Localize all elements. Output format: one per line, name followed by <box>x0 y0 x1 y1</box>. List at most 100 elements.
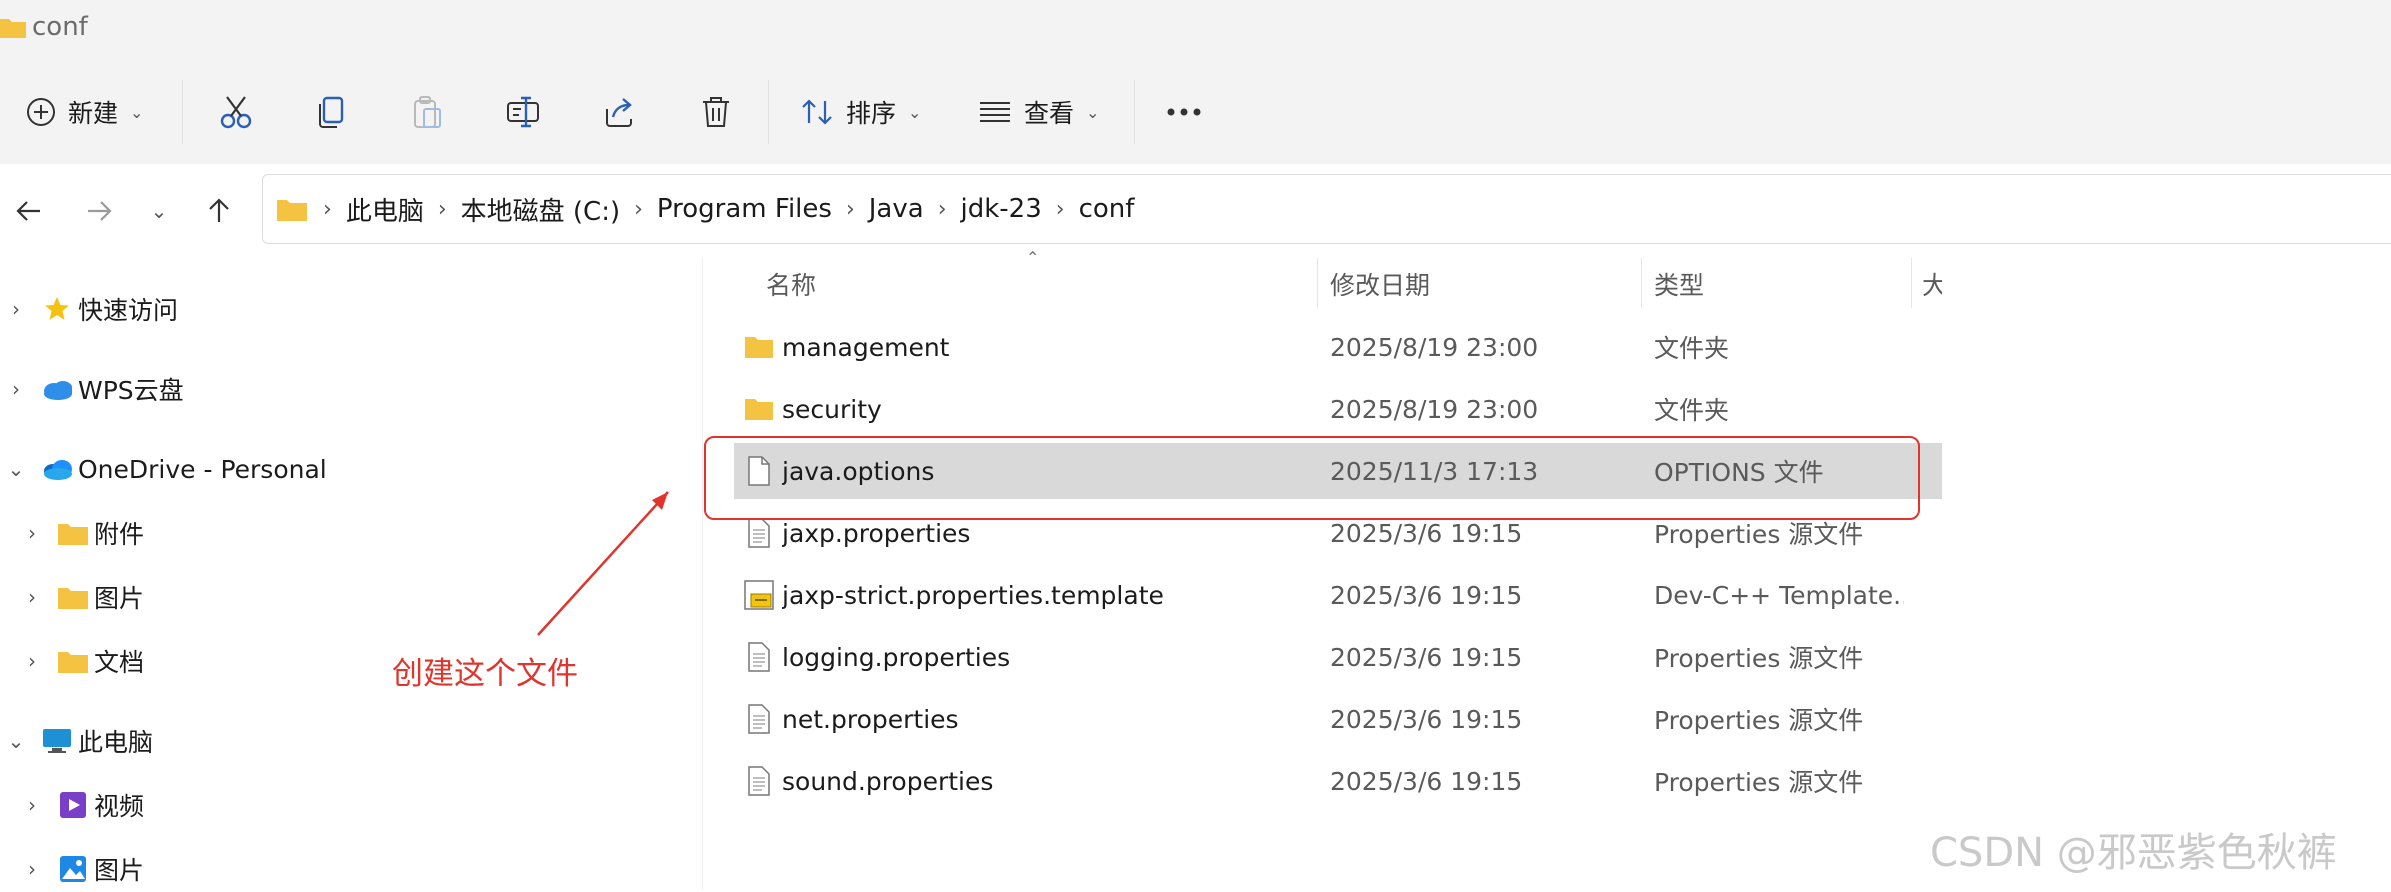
annotation-text: 创建这个文件 <box>392 656 578 692</box>
sidebar-item-onedrive[interactable]: ⌄ OneDrive - Personal <box>4 446 327 492</box>
file-date: 2025/8/19 23:00 <box>1330 394 1539 424</box>
column-header-date[interactable]: 修改日期 <box>1330 262 1630 306</box>
chevron-right-icon: › <box>12 297 20 321</box>
chevron-right-icon: › <box>1055 196 1065 222</box>
file-row-jaxp-strict-template[interactable]: jaxp-strict.properties.template 2025/3/6… <box>734 567 1942 623</box>
file-name: security <box>782 394 882 424</box>
paste-button[interactable] <box>400 84 456 140</box>
chevron-right-icon: › <box>845 196 855 222</box>
new-button[interactable]: 新建 ⌄ <box>26 84 143 140</box>
view-label: 查看 <box>1024 99 1075 128</box>
column-divider[interactable] <box>1641 258 1642 308</box>
column-header-type[interactable]: 类型 <box>1654 262 1904 306</box>
chevron-down-icon: ⌄ <box>150 199 168 223</box>
share-icon <box>606 98 632 127</box>
breadcrumb-this-pc[interactable]: 此电脑 <box>340 191 430 228</box>
annotation-highlight-box <box>704 436 1920 520</box>
breadcrumb-java[interactable]: Java <box>863 194 930 224</box>
column-header-name[interactable]: 名称 <box>766 262 1306 306</box>
sidebar-item-documents[interactable]: › 文档 <box>20 638 144 684</box>
view-icon <box>980 102 1010 122</box>
file-date: 2025/3/6 19:15 <box>1330 704 1523 734</box>
file-name: net.properties <box>782 704 959 734</box>
share-button[interactable] <box>592 84 648 140</box>
column-header-label: 类型 <box>1654 271 1705 300</box>
delete-icon <box>703 97 729 127</box>
arrow-right-icon <box>88 201 112 221</box>
file-row-logging-properties[interactable]: logging.properties 2025/3/6 19:15 Proper… <box>734 629 1942 685</box>
chevron-right-icon: › <box>634 196 643 222</box>
sidebar-item-wps-cloud[interactable]: › WPS云盘 <box>4 366 184 412</box>
sidebar-item-videos[interactable]: › 视频 <box>20 782 144 828</box>
sidebar-item-this-pc[interactable]: ⌄ 此电脑 <box>4 718 153 764</box>
chevron-right-icon: › <box>28 857 36 881</box>
file-date: 2025/3/6 19:15 <box>1330 766 1523 796</box>
breadcrumb-program-files[interactable]: Program Files <box>651 194 838 224</box>
breadcrumb-conf[interactable]: conf <box>1073 194 1141 224</box>
chevron-right-icon: › <box>12 377 20 401</box>
sidebar-item-label: 附件 <box>94 520 145 549</box>
star-icon <box>42 294 72 324</box>
cut-button[interactable] <box>208 84 264 140</box>
paste-icon <box>414 96 441 128</box>
annotation-arrow-icon <box>537 491 669 636</box>
back-button[interactable] <box>4 188 54 234</box>
file-row-sound-properties[interactable]: sound.properties 2025/3/6 19:15 Properti… <box>734 753 1942 809</box>
sidebar-item-label: 图片 <box>94 856 145 885</box>
template-file-icon <box>744 580 774 610</box>
chevron-right-icon: › <box>28 585 36 609</box>
text-file-icon <box>748 518 770 548</box>
chevron-down-icon: ⌄ <box>7 729 25 753</box>
column-divider[interactable] <box>1911 258 1912 308</box>
file-name: logging.properties <box>782 642 1011 672</box>
recent-locations-button[interactable]: ⌄ <box>134 188 184 234</box>
file-name: management <box>782 332 950 362</box>
address-bar[interactable]: › 此电脑 › 本地磁盘 (C:) › Program Files › Java… <box>262 174 2391 244</box>
sidebar-item-pictures[interactable]: › 图片 <box>20 846 144 892</box>
sidebar-item-onedrive-pictures[interactable]: › 图片 <box>20 574 144 620</box>
column-divider[interactable] <box>1317 258 1318 308</box>
chevron-down-icon: ⌄ <box>130 102 144 122</box>
column-header-size[interactable]: 大 <box>1922 262 1942 306</box>
file-row-security[interactable]: security 2025/8/19 23:00 文件夹 <box>734 381 1942 437</box>
file-date: 2025/3/6 19:15 <box>1330 580 1523 610</box>
forward-button[interactable] <box>74 188 124 234</box>
arrow-left-icon <box>16 201 40 221</box>
file-row-management[interactable]: management 2025/8/19 23:00 文件夹 <box>734 319 1942 375</box>
onedrive-icon <box>42 454 72 484</box>
file-row-net-properties[interactable]: net.properties 2025/3/6 19:15 Properties… <box>734 691 1942 747</box>
chevron-right-icon: › <box>28 521 36 545</box>
more-button[interactable] <box>1156 84 1212 140</box>
file-date: 2025/8/19 23:00 <box>1330 332 1539 362</box>
breadcrumb-jdk-23[interactable]: jdk-23 <box>955 194 1048 224</box>
sort-button[interactable]: 排序 ⌄ <box>800 84 921 140</box>
file-date: 2025/3/6 19:15 <box>1330 642 1523 672</box>
file-type: Properties 源文件 <box>1654 768 1864 797</box>
watermark: CSDN @邪恶紫色秋裤 <box>1930 830 2337 876</box>
chevron-right-icon: › <box>937 196 947 222</box>
toolbar-divider <box>182 80 183 144</box>
copy-icon <box>319 96 344 128</box>
chevron-down-icon: ⌄ <box>1086 102 1100 122</box>
sidebar-item-label: WPS云盘 <box>78 376 184 405</box>
sidebar-item-quick-access[interactable]: › 快速访问 <box>4 286 178 332</box>
up-button[interactable] <box>194 188 244 234</box>
rename-icon <box>507 96 539 128</box>
cut-icon <box>220 96 252 129</box>
folder-icon <box>745 399 773 420</box>
toolbar-divider <box>1134 80 1135 144</box>
copy-button[interactable] <box>304 84 360 140</box>
breadcrumb-local-disk[interactable]: 本地磁盘 (C:) <box>455 191 626 228</box>
file-name: jaxp-strict.properties.template <box>782 580 1164 610</box>
folder-icon <box>58 582 88 612</box>
file-name: sound.properties <box>782 766 994 796</box>
sidebar-item-label: 图片 <box>94 584 145 613</box>
file-type: Properties 源文件 <box>1654 706 1864 735</box>
sidebar-item-label: 此电脑 <box>78 728 154 757</box>
sidebar-item-attachments[interactable]: › 附件 <box>20 510 144 556</box>
rename-button[interactable] <box>496 84 552 140</box>
view-button[interactable]: 查看 ⌄ <box>978 84 1099 140</box>
folder-icon <box>745 337 773 358</box>
chevron-right-icon: › <box>28 649 36 673</box>
delete-button[interactable] <box>688 84 744 140</box>
